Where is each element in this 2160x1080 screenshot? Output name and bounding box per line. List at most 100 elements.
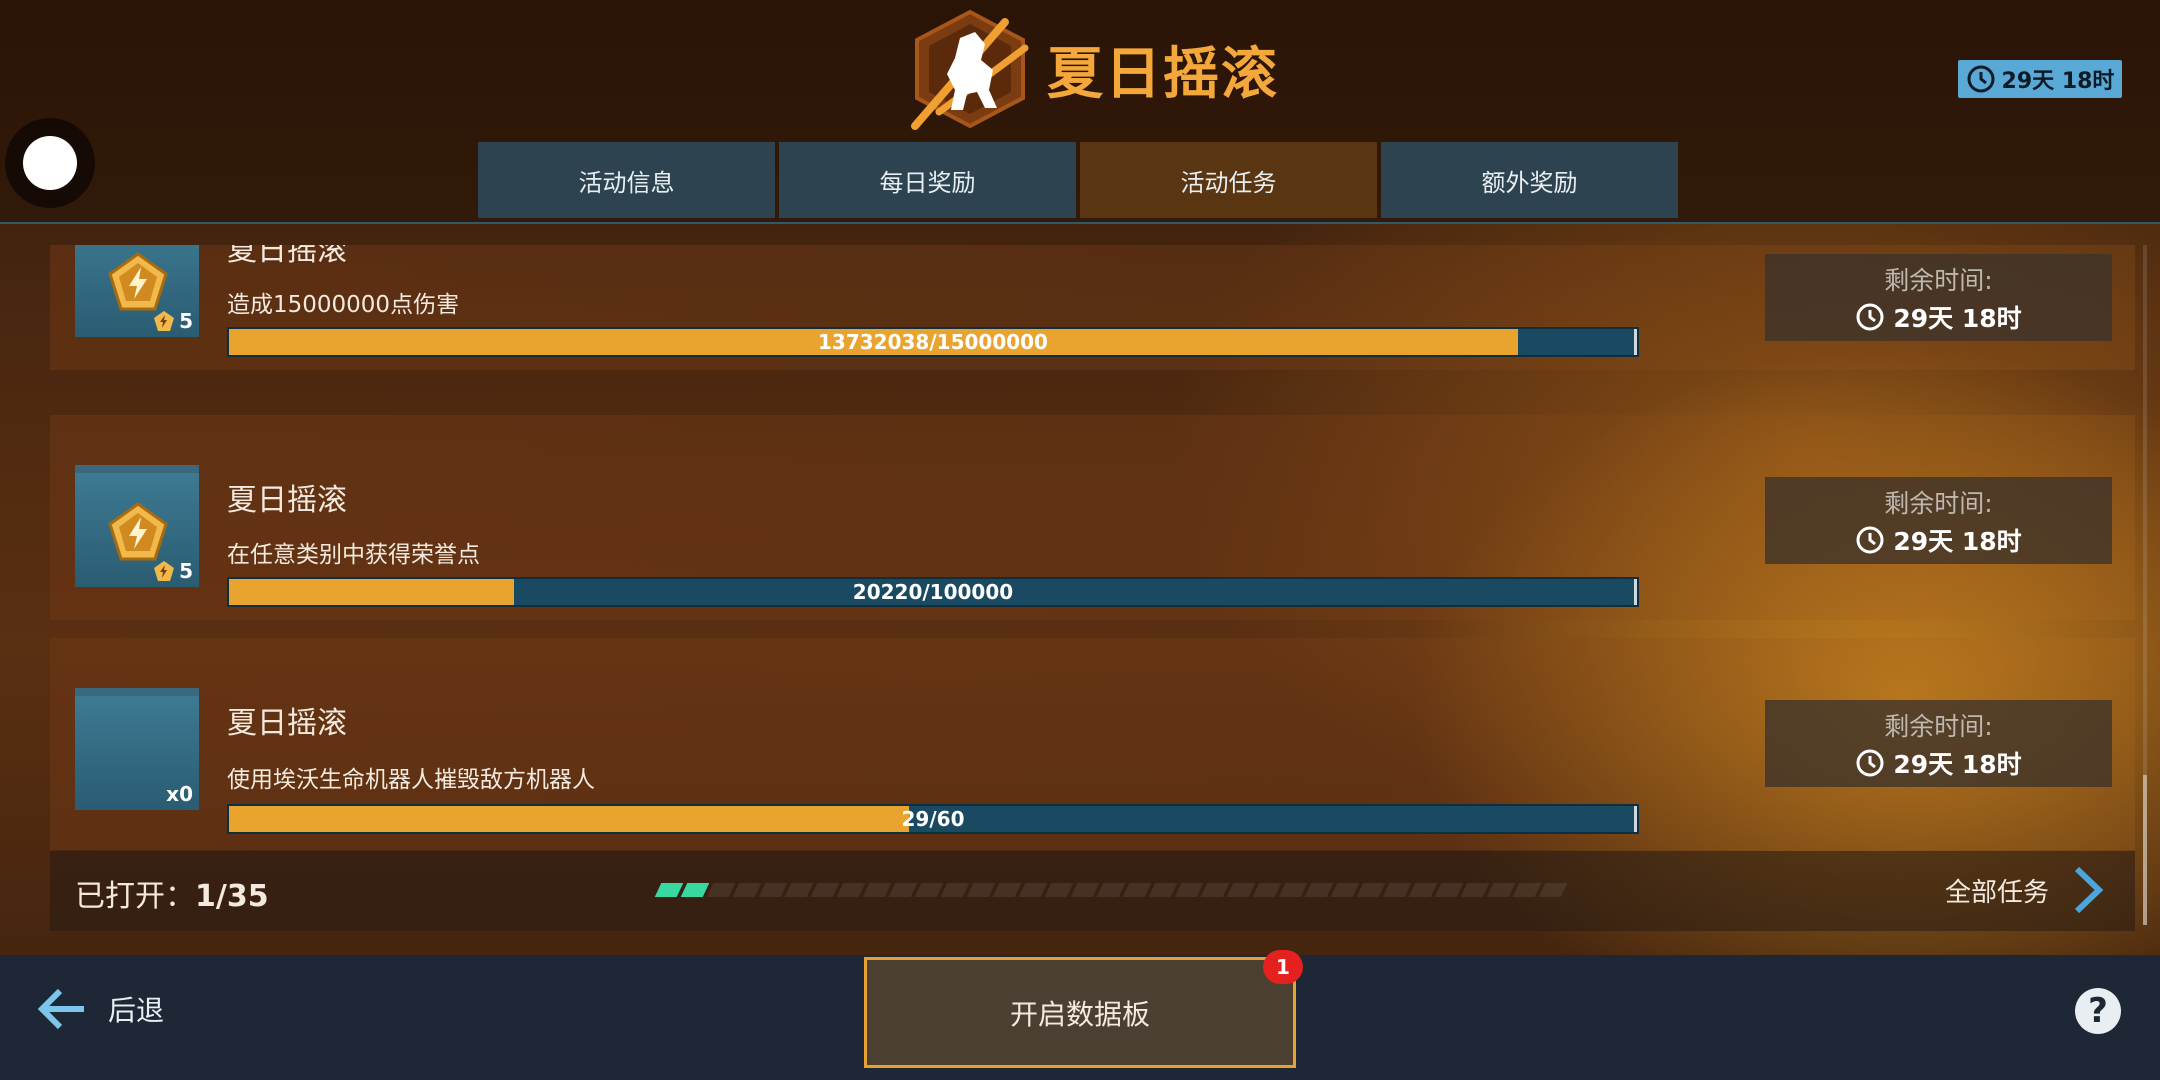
tab-label: 活动信息 xyxy=(578,168,675,197)
progress-dot xyxy=(1356,883,1386,897)
progress-dot xyxy=(706,883,736,897)
task-description: 造成15000000点伤害 xyxy=(227,292,460,318)
progress-dot xyxy=(1278,883,1308,897)
progress-dot xyxy=(966,883,996,897)
chevron-right-icon xyxy=(2074,866,2104,914)
tab-event-info[interactable]: 活动信息 xyxy=(478,142,775,218)
progress-dot xyxy=(914,883,944,897)
all-tasks-button[interactable]: 全部任务 xyxy=(1945,865,2105,915)
remaining-time-label: 剩余时间: xyxy=(1884,265,1993,295)
honor-small-icon xyxy=(154,311,175,331)
bottom-bar: 后退 开启数据板 xyxy=(0,955,2160,1080)
progress-dot xyxy=(1070,883,1100,897)
back-label: 后退 xyxy=(108,994,165,1027)
honor-pentagon-icon xyxy=(108,502,168,561)
clock-icon xyxy=(1856,526,1884,553)
open-datapad-label: 开启数据板 xyxy=(1009,997,1150,1031)
page-title: 夏日摇滚 xyxy=(1047,41,1279,107)
task-description: 使用埃沃生命机器人摧毁敌方机器人 xyxy=(227,767,595,793)
tab-label: 额外奖励 xyxy=(1481,168,1578,197)
remaining-time-label: 剩余时间: xyxy=(1884,488,1993,518)
progress-dot xyxy=(862,883,892,897)
progress-dot xyxy=(732,883,762,897)
progress-dot xyxy=(1382,883,1412,897)
reward-icon: 5 xyxy=(75,245,199,337)
remaining-time-box: 剩余时间: 29天 18时 xyxy=(1765,254,2112,341)
task-description: 在任意类别中获得荣誉点 xyxy=(227,542,480,568)
opened-label: 已打开： xyxy=(75,879,195,914)
progress-dot xyxy=(810,883,840,897)
progress-dot xyxy=(1148,883,1178,897)
progress-dot xyxy=(1512,883,1542,897)
remaining-time-text: 29天 18时 xyxy=(1893,303,2022,333)
progress-dot xyxy=(1460,883,1490,897)
remaining-time-text: 29天 18时 xyxy=(1893,749,2022,779)
event-emblem-icon xyxy=(911,9,1029,130)
task-row: 5 夏日摇滚 在任意类别中获得荣誉点 20220/100000 剩余时间: 29… xyxy=(50,415,2135,620)
progress-dot xyxy=(1096,883,1126,897)
progress-dot xyxy=(1122,883,1152,897)
tab-extra-rewards[interactable]: 额外奖励 xyxy=(1381,142,1678,218)
task-row: x0 夏日摇滚 使用埃沃生命机器人摧毁敌方机器人 29/60 剩余时间: 29天… xyxy=(50,638,2135,850)
progress-dot xyxy=(1408,883,1438,897)
opened-progress-strip: 已打开：1/35 全部任务 xyxy=(50,851,2135,931)
task-row: 5 夏日摇滚 造成15000000点伤害 13732038/15000000 剩… xyxy=(50,245,2135,370)
progress-dot xyxy=(758,883,788,897)
opened-value: 1/35 xyxy=(195,879,269,914)
progress-dot xyxy=(1252,883,1282,897)
reward-quantity-value: 5 xyxy=(179,559,193,583)
progress-dot xyxy=(888,883,918,897)
reward-quantity: x0 xyxy=(166,782,193,806)
progress-dot xyxy=(1304,883,1334,897)
header: 夏日摇滚 29天 18时 活动信息 每日奖励 活动任务 额外奖励 xyxy=(0,0,2160,224)
progress-text: 29/60 xyxy=(901,807,965,831)
task-name: 夏日摇滚 xyxy=(227,245,347,268)
progress-dot xyxy=(1538,883,1568,897)
remaining-time-label: 剩余时间: xyxy=(1884,711,1993,741)
tab-label: 每日奖励 xyxy=(879,168,976,197)
task-progress-bar: 29/60 xyxy=(227,804,1639,834)
back-button[interactable]: 后退 xyxy=(34,981,164,1037)
event-timer-badge: 29天 18时 xyxy=(1958,60,2122,98)
reward-quantity: 5 xyxy=(152,559,193,583)
reward-icon: 5 xyxy=(75,465,199,587)
progress-dot xyxy=(654,883,684,897)
task-list[interactable]: 5 夏日摇滚 造成15000000点伤害 13732038/15000000 剩… xyxy=(50,245,2135,850)
help-button[interactable]: ? xyxy=(2075,988,2121,1034)
opened-progress-dots xyxy=(654,883,1568,897)
progress-dot xyxy=(1044,883,1074,897)
progress-dot xyxy=(836,883,866,897)
floating-record-button[interactable] xyxy=(5,118,95,208)
reward-quantity-value: x0 xyxy=(166,782,193,806)
task-progress-bar: 13732038/15000000 xyxy=(227,327,1639,357)
progress-dot xyxy=(1200,883,1230,897)
tab-event-tasks[interactable]: 活动任务 xyxy=(1080,142,1377,218)
open-datapad-button[interactable]: 开启数据板 xyxy=(864,957,1296,1068)
progress-dot xyxy=(1226,883,1256,897)
remaining-time-box: 剩余时间: 29天 18时 xyxy=(1765,700,2112,787)
tab-bar: 活动信息 每日奖励 活动任务 额外奖励 xyxy=(478,142,1678,218)
progress-text: 13732038/15000000 xyxy=(818,330,1048,354)
reward-quantity: 5 xyxy=(152,309,193,333)
remaining-time-text: 29天 18时 xyxy=(1893,526,2022,556)
progress-dot xyxy=(1174,883,1204,897)
progress-dot xyxy=(680,883,710,897)
list-scrollbar-thumb[interactable] xyxy=(2143,775,2147,925)
clock-icon xyxy=(1967,65,1995,93)
notification-badge: 1 xyxy=(1263,950,1303,984)
record-dot-icon xyxy=(23,136,77,190)
opened-count: 已打开：1/35 xyxy=(75,871,269,915)
reward-quantity-value: 5 xyxy=(179,309,193,333)
progress-dot xyxy=(784,883,814,897)
event-timer-value: 29天 18时 xyxy=(2001,69,2115,94)
honor-small-icon xyxy=(154,561,175,581)
clock-icon xyxy=(1856,749,1884,776)
tab-label: 活动任务 xyxy=(1180,168,1277,197)
task-name: 夏日摇滚 xyxy=(227,483,347,518)
progress-dot xyxy=(992,883,1022,897)
progress-dot xyxy=(1486,883,1516,897)
remaining-time-box: 剩余时间: 29天 18时 xyxy=(1765,477,2112,564)
tab-daily-rewards[interactable]: 每日奖励 xyxy=(779,142,1076,218)
honor-pentagon-icon xyxy=(108,252,168,311)
progress-text: 20220/100000 xyxy=(852,580,1014,604)
